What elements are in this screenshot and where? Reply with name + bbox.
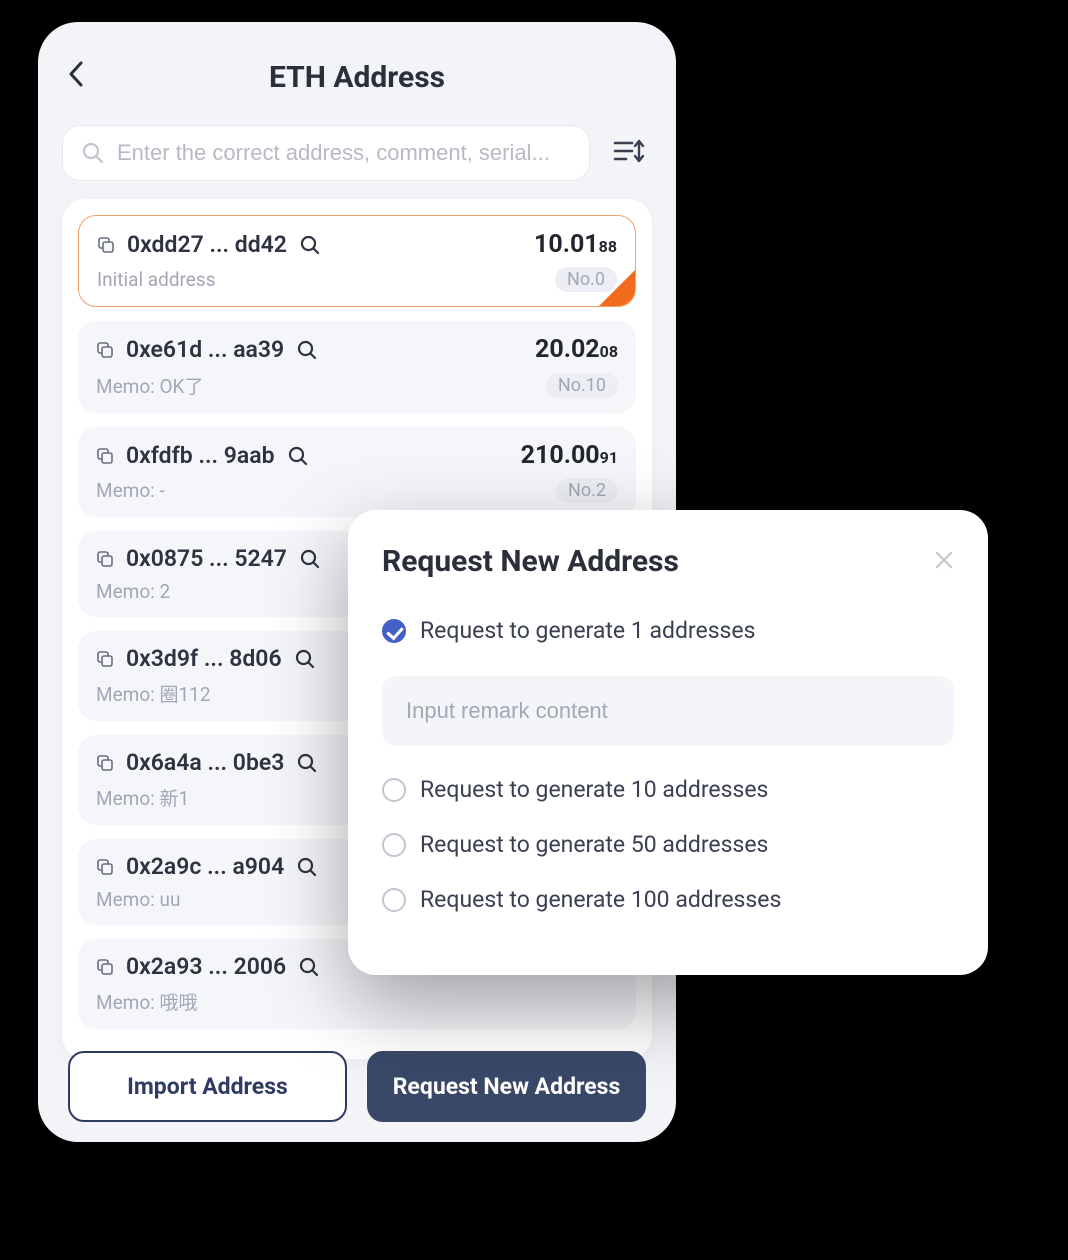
radio-icon[interactable] <box>382 888 406 912</box>
modal-header: Request New Address <box>382 544 954 579</box>
address-text: 0x0875 ... 5247 <box>126 545 287 572</box>
header: ETH Address <box>38 40 676 125</box>
lookup-icon[interactable] <box>296 856 318 878</box>
address-text: 0x2a93 ... 2006 <box>126 953 286 980</box>
serial-badge: No.2 <box>556 478 618 503</box>
copy-icon[interactable] <box>96 754 114 772</box>
radio-icon[interactable] <box>382 778 406 802</box>
memo-text: Memo: - <box>96 479 165 502</box>
search-row <box>38 125 676 199</box>
copy-icon[interactable] <box>96 341 114 359</box>
copy-icon[interactable] <box>96 650 114 668</box>
address-text: 0xdd27 ... dd42 <box>127 231 287 258</box>
remark-input[interactable] <box>382 676 954 746</box>
copy-icon[interactable] <box>96 958 114 976</box>
copy-icon[interactable] <box>97 236 115 254</box>
balance: 20.0208 <box>535 335 618 364</box>
memo-text: Memo: 新1 <box>96 784 189 811</box>
generate-option[interactable]: Request to generate 100 addresses <box>382 886 954 913</box>
copy-icon[interactable] <box>96 447 114 465</box>
memo-text: Memo: 哦哦 <box>96 988 197 1015</box>
memo-text: Initial address <box>97 268 216 291</box>
memo-text: Memo: 2 <box>96 580 170 603</box>
address-text: 0x3d9f ... 8d06 <box>126 645 282 672</box>
radio-icon[interactable] <box>382 833 406 857</box>
lookup-icon[interactable] <box>299 234 321 256</box>
modal-title: Request New Address <box>382 544 679 579</box>
memo-text: Memo: uu <box>96 888 180 911</box>
lookup-icon[interactable] <box>287 445 309 467</box>
lookup-icon[interactable] <box>299 548 321 570</box>
lookup-icon[interactable] <box>298 956 320 978</box>
address-text: 0xfdfb ... 9aab <box>126 442 275 469</box>
close-icon[interactable] <box>934 548 954 576</box>
generate-option[interactable]: Request to generate 50 addresses <box>382 831 954 858</box>
footer-buttons: Import Address Request New Address <box>38 1051 676 1122</box>
radio-checked-icon[interactable] <box>382 619 406 643</box>
page-title: ETH Address <box>68 60 646 95</box>
generate-option[interactable]: Request to generate 10 addresses <box>382 776 954 803</box>
request-new-address-button[interactable]: Request New Address <box>367 1051 646 1122</box>
address-text: 0x6a4a ... 0be3 <box>126 749 284 776</box>
balance: 210.0091 <box>521 441 618 470</box>
generate-option[interactable]: Request to generate 1 addresses <box>382 617 954 644</box>
serial-badge: No.10 <box>546 373 618 398</box>
lookup-icon[interactable] <box>294 648 316 670</box>
memo-text: Memo: 圈112 <box>96 680 211 707</box>
option-label: Request to generate 10 addresses <box>420 776 768 803</box>
address-text: 0xe61d ... aa39 <box>126 336 284 363</box>
selected-corner-icon <box>599 270 635 306</box>
copy-icon[interactable] <box>96 858 114 876</box>
lookup-icon[interactable] <box>296 339 318 361</box>
address-text: 0x2a9c ... a904 <box>126 853 284 880</box>
search-icon <box>81 141 105 165</box>
address-item[interactable]: 0xe61d ... aa39 20.0208 Memo: OK了 No.10 <box>78 321 636 413</box>
search-box[interactable] <box>62 125 590 181</box>
option-label: Request to generate 50 addresses <box>420 831 768 858</box>
option-label: Request to generate 1 addresses <box>420 617 756 644</box>
option-label: Request to generate 100 addresses <box>420 886 781 913</box>
address-item[interactable]: 0xdd27 ... dd4210.0188Initial addressNo.… <box>78 215 636 307</box>
request-new-address-modal: Request New Address Request to generate … <box>348 510 988 975</box>
balance: 10.0188 <box>534 230 617 259</box>
memo-text: Memo: OK了 <box>96 372 203 399</box>
sort-icon[interactable] <box>606 131 652 175</box>
address-item[interactable]: 0xfdfb ... 9aab 210.0091 Memo: - No.2 <box>78 427 636 517</box>
copy-icon[interactable] <box>96 550 114 568</box>
lookup-icon[interactable] <box>296 752 318 774</box>
import-address-button[interactable]: Import Address <box>68 1051 347 1122</box>
search-input[interactable] <box>117 140 571 166</box>
